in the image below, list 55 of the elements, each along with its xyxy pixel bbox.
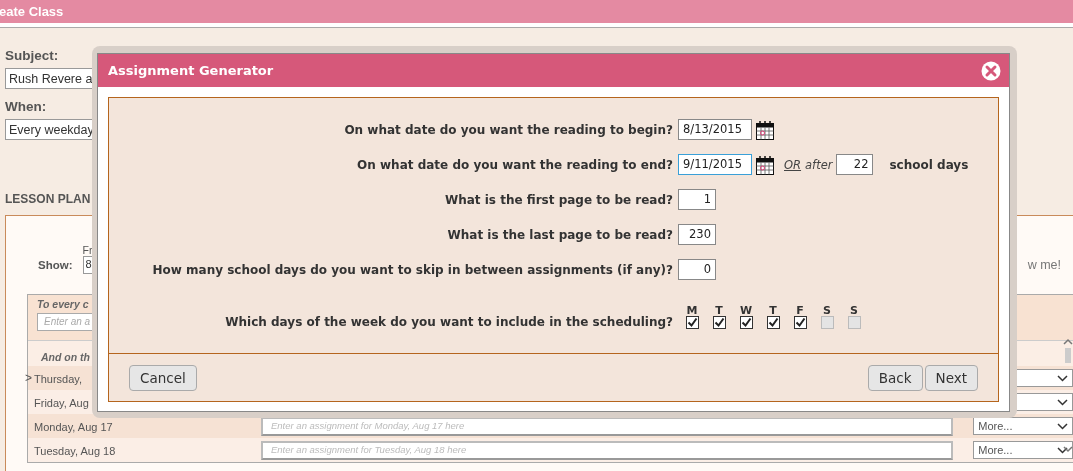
- day-checkbox[interactable]: [793, 316, 807, 329]
- question-label: What is the last page to be read?: [447, 227, 673, 242]
- day-letter: M: [686, 305, 698, 316]
- unit-label: school days: [889, 157, 969, 172]
- section-heading: LESSON PLAN: [5, 192, 91, 206]
- calendar-icon[interactable]: [756, 154, 774, 175]
- next-button[interactable]: Next: [924, 364, 978, 391]
- question-label: On what date do you want the reading to begin?: [344, 122, 673, 137]
- number-field[interactable]: 230: [678, 224, 716, 245]
- chevron-icon: [1057, 446, 1068, 454]
- day-letter: T: [715, 305, 723, 316]
- day-checkbox[interactable]: [820, 316, 834, 329]
- more-dropdown[interactable]: More...: [973, 441, 1073, 459]
- question-label: What is the first page to be read?: [444, 192, 673, 207]
- date-field[interactable]: 8/13/2015: [678, 119, 752, 140]
- question-label: Which days of the week do you want to include in the scheduling?: [225, 315, 673, 329]
- show-label: Show:: [38, 259, 73, 271]
- day-letter: W: [739, 305, 753, 316]
- page-title: eate Class: [0, 4, 64, 19]
- link-text[interactable]: w me!: [1027, 258, 1061, 272]
- day-label: Thursday,: [34, 373, 83, 385]
- row-heading: To every c: [37, 298, 89, 310]
- current-row-marker: >: [25, 371, 32, 385]
- day-label: Monday, Aug 17: [34, 421, 113, 433]
- day-checkbox[interactable]: [766, 316, 780, 329]
- cancel-button[interactable]: Cancel: [129, 364, 197, 391]
- back-button[interactable]: Back: [867, 364, 923, 391]
- day-checkbox[interactable]: [739, 316, 753, 329]
- chevron-icon: [1057, 374, 1068, 382]
- day-checkbox[interactable]: [712, 316, 726, 329]
- day-label: Tuesday, Aug 18: [34, 445, 116, 457]
- day-letter: T: [769, 305, 777, 316]
- field-label: Subject:: [5, 48, 59, 63]
- day-checkbox[interactable]: [685, 316, 699, 329]
- number-field[interactable]: 1: [678, 189, 716, 210]
- number-field[interactable]: 0: [678, 259, 716, 280]
- day-letter: F: [796, 305, 804, 316]
- day-label: Friday, Aug: [34, 397, 89, 409]
- chevron-icon: [1057, 422, 1068, 430]
- more-dropdown[interactable]: More...: [973, 417, 1073, 435]
- calendar-icon[interactable]: [756, 119, 774, 140]
- question-label: On what date do you want the reading to end?: [357, 157, 673, 172]
- date-field[interactable]: 9/11/2015: [678, 154, 752, 175]
- row-heading: And on th: [41, 351, 90, 365]
- dialog-title: Assignment Generator: [108, 63, 274, 78]
- close-icon[interactable]: [981, 60, 1001, 81]
- alternative-text: OR after: [784, 157, 833, 172]
- day-letter: S: [823, 305, 831, 316]
- chevron-icon: [1057, 398, 1068, 406]
- day-letter: S: [850, 305, 858, 316]
- day-checkbox[interactable]: [847, 316, 861, 329]
- question-label: How many school days do you want to skip in between assignments (if any)?: [152, 262, 673, 277]
- field-label: When:: [5, 99, 47, 114]
- from-label: Fr: [82, 244, 94, 256]
- school-days-field[interactable]: 22: [836, 154, 874, 175]
